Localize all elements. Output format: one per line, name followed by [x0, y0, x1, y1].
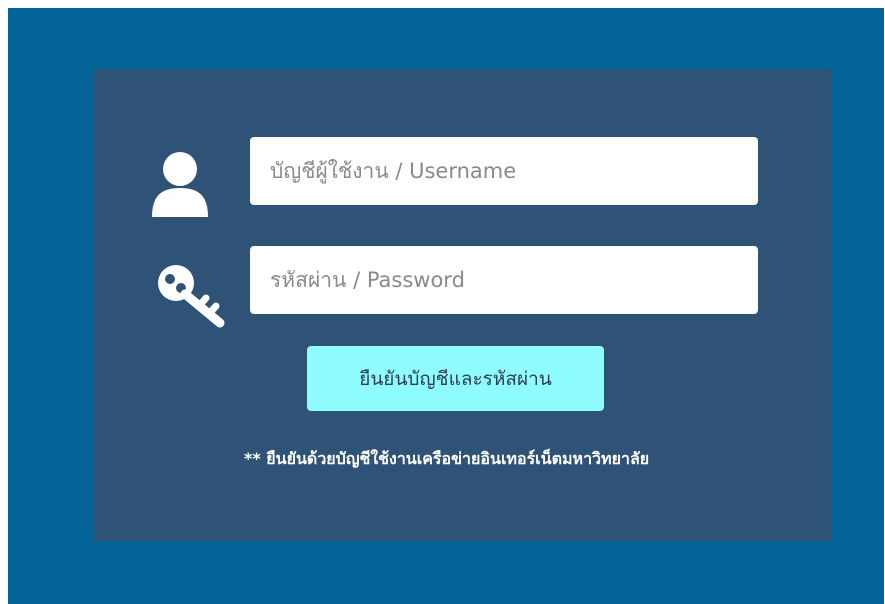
username-input[interactable] [250, 137, 758, 205]
login-note: ** ยืนยันด้วยบัญชีใช้งานเครือข่ายอินเทอร… [244, 449, 650, 468]
password-input[interactable] [250, 246, 758, 314]
user-icon [152, 152, 208, 217]
submit-login-button[interactable]: ยืนยันบัญชีและรหัสผ่าน [307, 346, 604, 411]
key-icon [158, 265, 225, 328]
